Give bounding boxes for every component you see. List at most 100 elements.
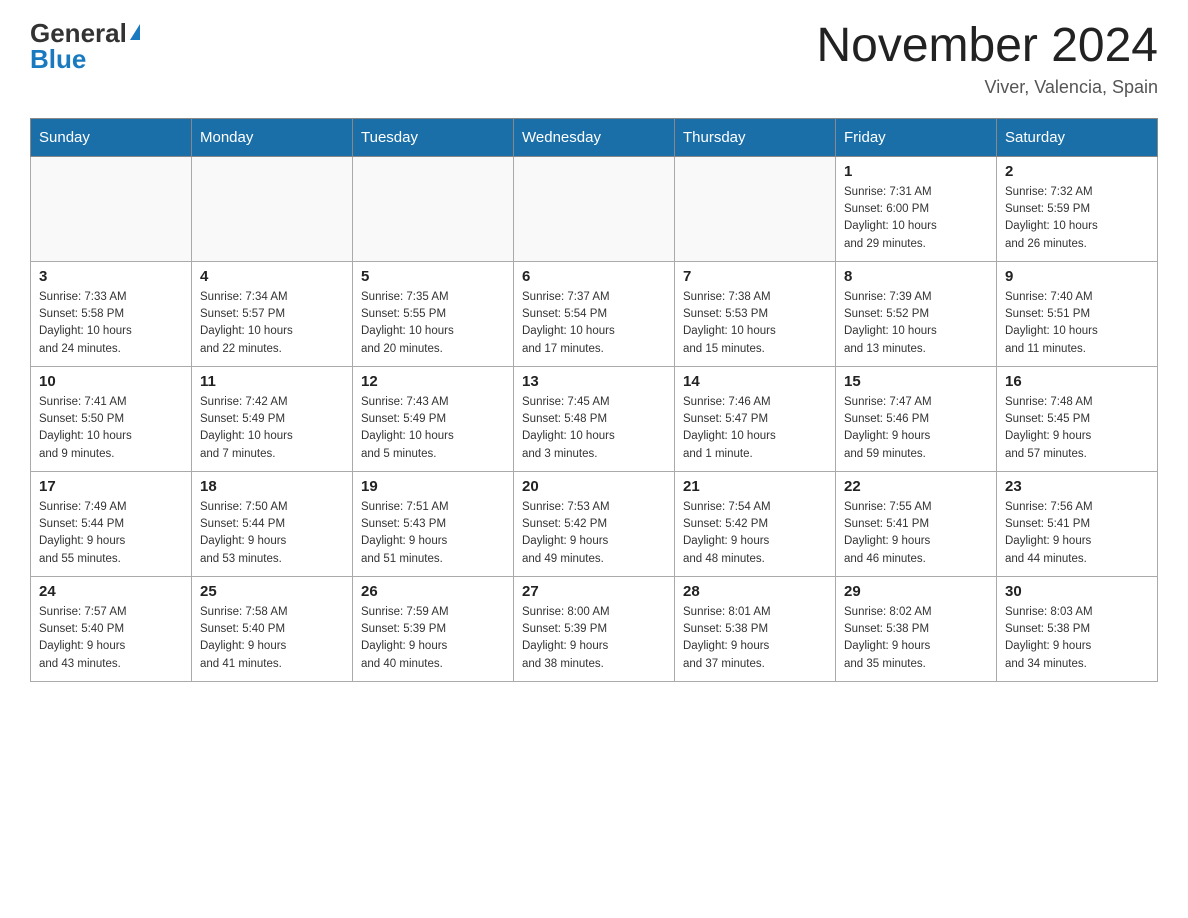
calendar-cell: 10Sunrise: 7:41 AM Sunset: 5:50 PM Dayli… (31, 366, 192, 471)
day-number: 18 (200, 478, 344, 495)
page-header: General Blue November 2024 Viver, Valenc… (30, 20, 1158, 98)
day-info: Sunrise: 7:55 AM Sunset: 5:41 PM Dayligh… (844, 499, 988, 568)
week-row-4: 17Sunrise: 7:49 AM Sunset: 5:44 PM Dayli… (31, 471, 1158, 576)
day-info: Sunrise: 7:46 AM Sunset: 5:47 PM Dayligh… (683, 394, 827, 463)
logo: General Blue (30, 20, 140, 72)
weekday-header-friday: Friday (836, 118, 997, 156)
calendar-cell (675, 156, 836, 261)
weekday-header-row: SundayMondayTuesdayWednesdayThursdayFrid… (31, 118, 1158, 156)
day-number: 19 (361, 478, 505, 495)
day-info: Sunrise: 7:41 AM Sunset: 5:50 PM Dayligh… (39, 394, 183, 463)
calendar-cell: 25 Sunrise: 7:58 AM Sunset: 5:40 PM Dayli… (192, 576, 353, 681)
week-row-3: 10Sunrise: 7:41 AM Sunset: 5:50 PM Dayli… (31, 366, 1158, 471)
calendar-cell: 8 Sunrise: 7:39 AM Sunset: 5:52 PM Daylig… (836, 261, 997, 366)
calendar-cell: 15 Sunrise: 7:47 AM Sunset: 5:46 PM Dayli… (836, 366, 997, 471)
month-title: November 2024 (816, 20, 1158, 73)
day-number: 6 (522, 268, 666, 285)
calendar-cell: 21 Sunrise: 7:54 AM Sunset: 5:42 PM Dayli… (675, 471, 836, 576)
calendar-cell: 26 Sunrise: 7:59 AM Sunset: 5:39 PM Dayli… (353, 576, 514, 681)
logo-general-text: General (30, 20, 127, 46)
day-info: Sunrise: 8:00 AM Sunset: 5:39 PM Dayligh… (522, 604, 666, 673)
calendar-table: SundayMondayTuesdayWednesdayThursdayFrid… (30, 118, 1158, 682)
calendar-cell (31, 156, 192, 261)
calendar-cell: 7Sunrise: 7:38 AM Sunset: 5:53 PM Daylig… (675, 261, 836, 366)
calendar-cell: 18 Sunrise: 7:50 AM Sunset: 5:44 PM Dayli… (192, 471, 353, 576)
calendar-cell: 14 Sunrise: 7:46 AM Sunset: 5:47 PM Dayli… (675, 366, 836, 471)
day-number: 4 (200, 268, 344, 285)
day-info: Sunrise: 7:57 AM Sunset: 5:40 PM Dayligh… (39, 604, 183, 673)
calendar-cell: 27 Sunrise: 8:00 AM Sunset: 5:39 PM Dayli… (514, 576, 675, 681)
day-number: 7 (683, 268, 827, 285)
day-number: 9 (1005, 268, 1149, 285)
calendar-cell: 20 Sunrise: 7:53 AM Sunset: 5:42 PM Dayli… (514, 471, 675, 576)
weekday-header-thursday: Thursday (675, 118, 836, 156)
day-info: Sunrise: 7:56 AM Sunset: 5:41 PM Dayligh… (1005, 499, 1149, 568)
calendar-cell: 2Sunrise: 7:32 AM Sunset: 5:59 PM Daylig… (997, 156, 1158, 261)
calendar-cell: 29Sunrise: 8:02 AM Sunset: 5:38 PM Dayli… (836, 576, 997, 681)
calendar-cell: 30 Sunrise: 8:03 AM Sunset: 5:38 PM Dayli… (997, 576, 1158, 681)
week-row-2: 3Sunrise: 7:33 AM Sunset: 5:58 PM Daylig… (31, 261, 1158, 366)
calendar-cell: 22 Sunrise: 7:55 AM Sunset: 5:41 PM Dayli… (836, 471, 997, 576)
calendar-cell: 17Sunrise: 7:49 AM Sunset: 5:44 PM Dayli… (31, 471, 192, 576)
day-number: 1 (844, 163, 988, 180)
day-info: Sunrise: 7:32 AM Sunset: 5:59 PM Dayligh… (1005, 184, 1149, 253)
day-number: 5 (361, 268, 505, 285)
day-info: Sunrise: 7:59 AM Sunset: 5:39 PM Dayligh… (361, 604, 505, 673)
day-info: Sunrise: 7:40 AM Sunset: 5:51 PM Dayligh… (1005, 289, 1149, 358)
calendar-cell (514, 156, 675, 261)
day-number: 8 (844, 268, 988, 285)
day-info: Sunrise: 7:54 AM Sunset: 5:42 PM Dayligh… (683, 499, 827, 568)
day-info: Sunrise: 7:53 AM Sunset: 5:42 PM Dayligh… (522, 499, 666, 568)
day-number: 12 (361, 373, 505, 390)
calendar-cell: 28Sunrise: 8:01 AM Sunset: 5:38 PM Dayli… (675, 576, 836, 681)
calendar-cell: 13Sunrise: 7:45 AM Sunset: 5:48 PM Dayli… (514, 366, 675, 471)
day-info: Sunrise: 7:47 AM Sunset: 5:46 PM Dayligh… (844, 394, 988, 463)
day-number: 14 (683, 373, 827, 390)
day-info: Sunrise: 7:34 AM Sunset: 5:57 PM Dayligh… (200, 289, 344, 358)
day-number: 27 (522, 583, 666, 600)
day-number: 20 (522, 478, 666, 495)
logo-blue-text: Blue (30, 46, 86, 72)
calendar-cell: 12Sunrise: 7:43 AM Sunset: 5:49 PM Dayli… (353, 366, 514, 471)
calendar-cell: 3Sunrise: 7:33 AM Sunset: 5:58 PM Daylig… (31, 261, 192, 366)
day-number: 22 (844, 478, 988, 495)
calendar-cell: 1 Sunrise: 7:31 AM Sunset: 6:00 PM Daylig… (836, 156, 997, 261)
day-number: 3 (39, 268, 183, 285)
day-info: Sunrise: 7:50 AM Sunset: 5:44 PM Dayligh… (200, 499, 344, 568)
day-info: Sunrise: 7:31 AM Sunset: 6:00 PM Dayligh… (844, 184, 988, 253)
calendar-cell: 23 Sunrise: 7:56 AM Sunset: 5:41 PM Dayli… (997, 471, 1158, 576)
title-section: November 2024 Viver, Valencia, Spain (816, 20, 1158, 98)
day-number: 25 (200, 583, 344, 600)
day-info: Sunrise: 7:49 AM Sunset: 5:44 PM Dayligh… (39, 499, 183, 568)
week-row-5: 24Sunrise: 7:57 AM Sunset: 5:40 PM Dayli… (31, 576, 1158, 681)
week-row-1: 1 Sunrise: 7:31 AM Sunset: 6:00 PM Daylig… (31, 156, 1158, 261)
calendar-cell (192, 156, 353, 261)
day-info: Sunrise: 7:51 AM Sunset: 5:43 PM Dayligh… (361, 499, 505, 568)
day-number: 26 (361, 583, 505, 600)
calendar-cell: 11Sunrise: 7:42 AM Sunset: 5:49 PM Dayli… (192, 366, 353, 471)
day-info: Sunrise: 7:48 AM Sunset: 5:45 PM Dayligh… (1005, 394, 1149, 463)
day-info: Sunrise: 8:03 AM Sunset: 5:38 PM Dayligh… (1005, 604, 1149, 673)
calendar-cell: 19 Sunrise: 7:51 AM Sunset: 5:43 PM Dayli… (353, 471, 514, 576)
day-info: Sunrise: 7:42 AM Sunset: 5:49 PM Dayligh… (200, 394, 344, 463)
day-info: Sunrise: 7:35 AM Sunset: 5:55 PM Dayligh… (361, 289, 505, 358)
day-number: 16 (1005, 373, 1149, 390)
day-info: Sunrise: 7:58 AM Sunset: 5:40 PM Dayligh… (200, 604, 344, 673)
weekday-header-tuesday: Tuesday (353, 118, 514, 156)
calendar-cell: 6 Sunrise: 7:37 AM Sunset: 5:54 PM Daylig… (514, 261, 675, 366)
day-number: 21 (683, 478, 827, 495)
day-number: 29 (844, 583, 988, 600)
calendar-cell: 9 Sunrise: 7:40 AM Sunset: 5:51 PM Daylig… (997, 261, 1158, 366)
location-text: Viver, Valencia, Spain (816, 77, 1158, 98)
day-info: Sunrise: 7:45 AM Sunset: 5:48 PM Dayligh… (522, 394, 666, 463)
calendar-cell (353, 156, 514, 261)
day-number: 23 (1005, 478, 1149, 495)
logo-triangle-icon (130, 24, 140, 40)
day-info: Sunrise: 7:37 AM Sunset: 5:54 PM Dayligh… (522, 289, 666, 358)
weekday-header-saturday: Saturday (997, 118, 1158, 156)
calendar-cell: 5 Sunrise: 7:35 AM Sunset: 5:55 PM Daylig… (353, 261, 514, 366)
weekday-header-wednesday: Wednesday (514, 118, 675, 156)
day-number: 30 (1005, 583, 1149, 600)
day-number: 15 (844, 373, 988, 390)
day-info: Sunrise: 7:39 AM Sunset: 5:52 PM Dayligh… (844, 289, 988, 358)
